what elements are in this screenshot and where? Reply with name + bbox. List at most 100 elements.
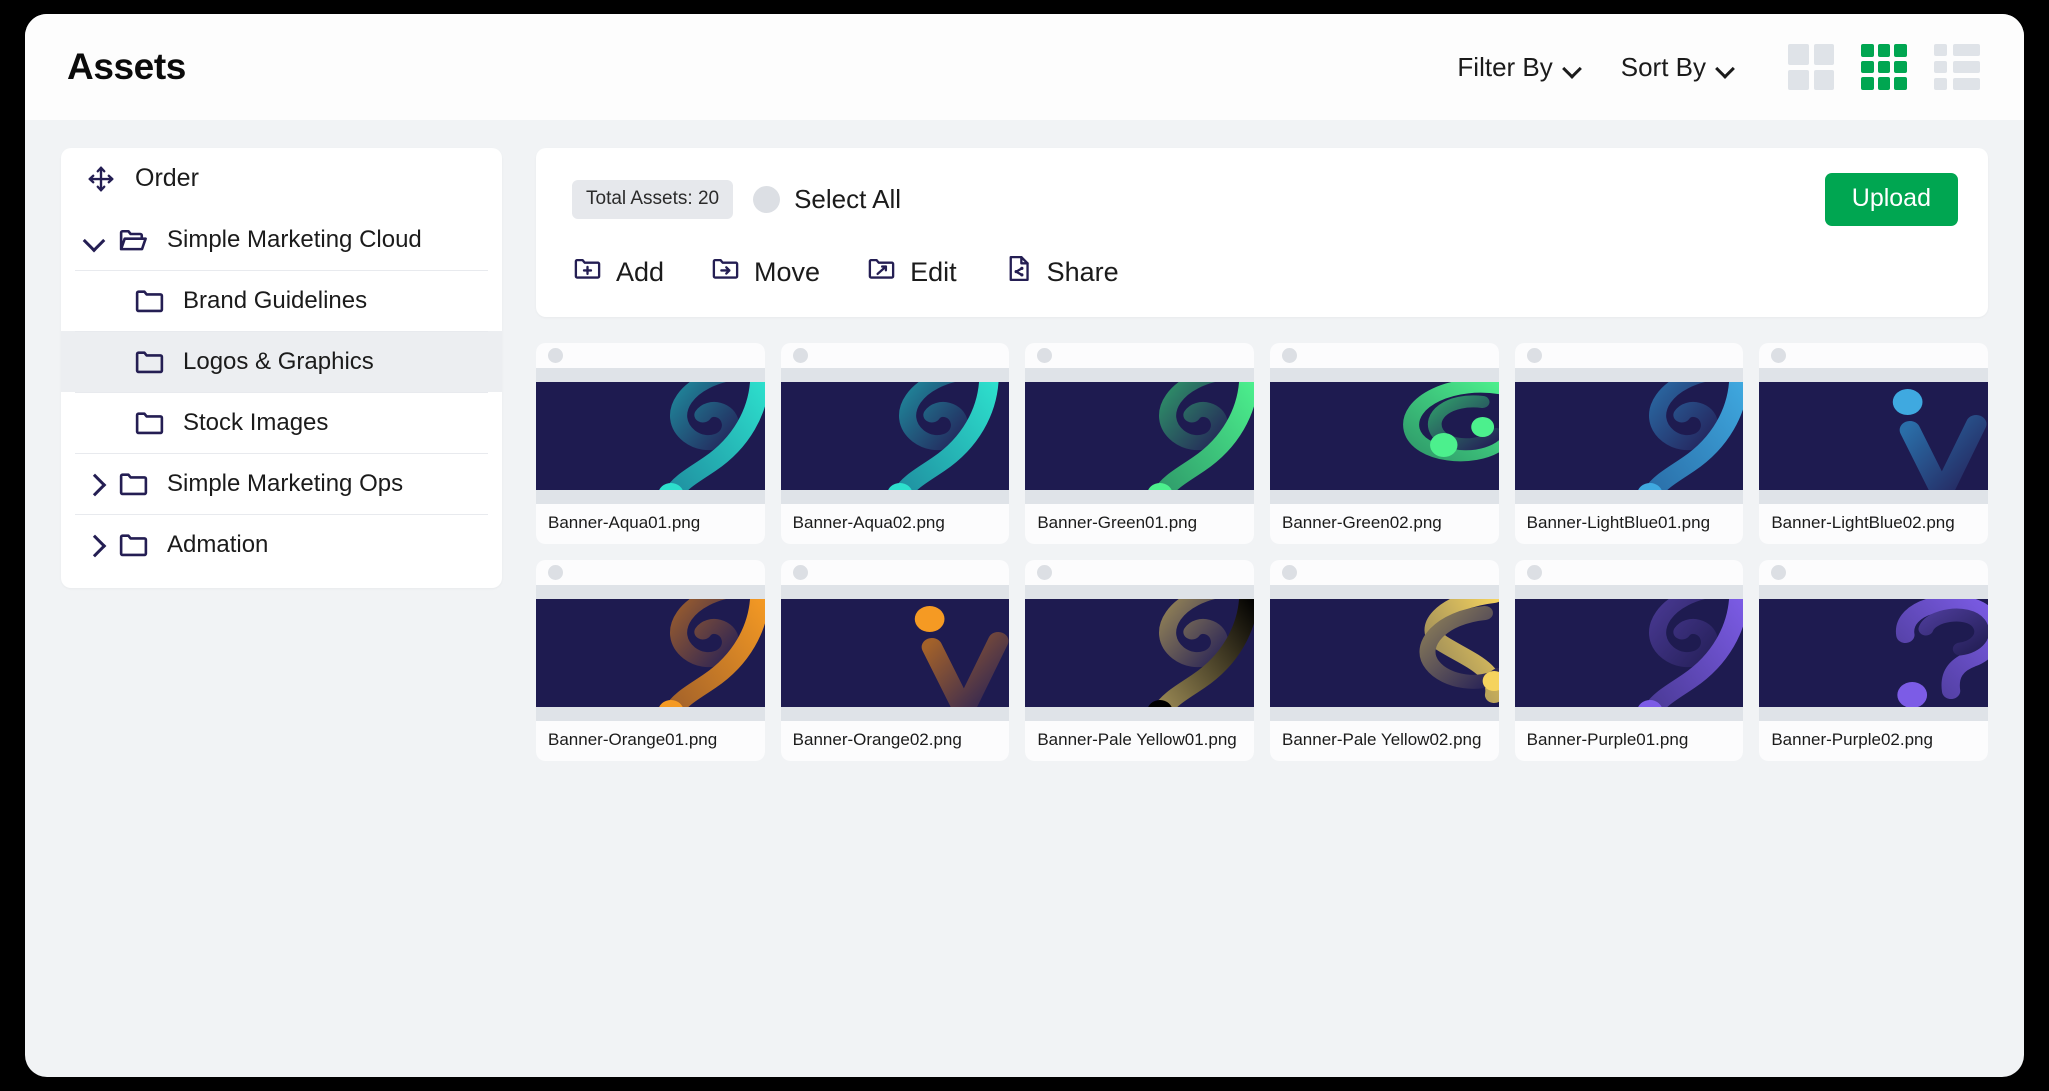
share-action[interactable]: Share: [1003, 253, 1119, 291]
sidebar-item-simple-marketing-ops[interactable]: Simple Marketing Ops: [61, 453, 502, 514]
asset-thumbnail[interactable]: [1025, 382, 1254, 490]
asset-card-band: [1270, 707, 1499, 721]
asset-select-checkbox[interactable]: [548, 348, 563, 363]
asset-card-footer: Banner-Pale Yellow01.png: [1025, 721, 1254, 761]
asset-card-footer: Banner-Green02.png: [1270, 504, 1499, 544]
asset-thumbnail[interactable]: [1515, 382, 1744, 490]
folder-icon: [129, 285, 169, 317]
edit-action[interactable]: Edit: [866, 253, 957, 291]
folder-icon: [129, 346, 169, 378]
asset-filename: Banner-Orange02.png: [793, 730, 1010, 750]
list-bullet: [1934, 61, 1947, 73]
asset-card[interactable]: Banner-Purple02.png: [1759, 560, 1988, 761]
sidebar-order-label: Order: [135, 164, 199, 193]
asset-thumbnail[interactable]: [536, 382, 765, 490]
asset-card-header: [1025, 343, 1254, 368]
total-assets-badge: Total Assets: 20: [572, 180, 733, 219]
grid-cell: [1788, 44, 1809, 65]
asset-grid: Banner-Aqua01.png Banner-Aqua02.png Banner…: [536, 343, 1988, 761]
asset-select-checkbox[interactable]: [1282, 348, 1297, 363]
select-all-control[interactable]: Select All: [753, 184, 901, 215]
asset-card-footer: Banner-Pale Yellow02.png: [1270, 721, 1499, 761]
main-column: Total Assets: 20 Select All Upload: [536, 148, 1988, 1077]
folder-arrow-icon: [710, 253, 741, 291]
asset-thumbnail[interactable]: [1759, 382, 1988, 490]
asset-select-checkbox[interactable]: [1771, 348, 1786, 363]
asset-select-checkbox[interactable]: [1771, 565, 1786, 580]
move-action[interactable]: Move: [710, 253, 820, 291]
grid-cell: [1878, 61, 1891, 74]
asset-card-band: [781, 585, 1010, 599]
asset-card[interactable]: Banner-Aqua01.png: [536, 343, 765, 544]
asset-thumbnail[interactable]: [781, 382, 1010, 490]
asset-thumbnail[interactable]: [1270, 599, 1499, 707]
asset-card[interactable]: Banner-Purple01.png: [1515, 560, 1744, 761]
asset-card[interactable]: Banner-Pale Yellow02.png: [1270, 560, 1499, 761]
sort-by-dropdown[interactable]: Sort By: [1601, 52, 1754, 83]
sidebar-item-simple-marketing-cloud[interactable]: Simple Marketing Cloud: [61, 209, 502, 270]
sidebar-item-admation[interactable]: Admation: [61, 514, 502, 575]
asset-thumbnail[interactable]: [781, 599, 1010, 707]
upload-button[interactable]: Upload: [1825, 173, 1958, 226]
filter-by-dropdown[interactable]: Filter By: [1437, 52, 1600, 83]
asset-card[interactable]: Banner-Orange02.png: [781, 560, 1010, 761]
asset-select-checkbox[interactable]: [1037, 565, 1052, 580]
folder-pencil-icon: [866, 253, 897, 291]
asset-card-band: [1025, 368, 1254, 382]
asset-select-checkbox[interactable]: [1527, 565, 1542, 580]
asset-card-header: [536, 343, 765, 368]
sidebar-item-stock-images[interactable]: Stock Images: [61, 392, 502, 453]
asset-thumbnail[interactable]: [1270, 382, 1499, 490]
asset-select-checkbox[interactable]: [793, 565, 808, 580]
asset-card[interactable]: Banner-Aqua02.png: [781, 343, 1010, 544]
asset-thumbnail[interactable]: [1515, 599, 1744, 707]
move-arrows-icon: [81, 163, 121, 195]
asset-card-header: [1025, 560, 1254, 585]
asset-select-checkbox[interactable]: [793, 348, 808, 363]
sort-by-label: Sort By: [1621, 52, 1706, 83]
add-label: Add: [616, 257, 664, 288]
asset-card-band: [1515, 585, 1744, 599]
sidebar-item-brand-guidelines[interactable]: Brand Guidelines: [61, 270, 502, 331]
asset-card-footer: Banner-Orange02.png: [781, 721, 1010, 761]
asset-card[interactable]: Banner-LightBlue01.png: [1515, 343, 1744, 544]
list-view-button[interactable]: [1934, 44, 1980, 90]
folder-icon: [113, 468, 153, 500]
list-bullet: [1934, 78, 1947, 90]
add-action[interactable]: Add: [572, 253, 664, 291]
asset-card[interactable]: Banner-Pale Yellow01.png: [1025, 560, 1254, 761]
chevron-right-icon[interactable]: [81, 532, 107, 558]
asset-thumbnail[interactable]: [536, 599, 765, 707]
asset-card[interactable]: Banner-Green02.png: [1270, 343, 1499, 544]
grid-3x3-view-button[interactable]: [1861, 44, 1907, 90]
asset-card-band: [1270, 585, 1499, 599]
asset-card[interactable]: Banner-Green01.png: [1025, 343, 1254, 544]
folder-open-icon: [113, 224, 153, 256]
share-label: Share: [1047, 257, 1119, 288]
select-all-radio-icon[interactable]: [753, 186, 780, 213]
asset-select-checkbox[interactable]: [1527, 348, 1542, 363]
sidebar-item-logos-graphics[interactable]: Logos & Graphics: [61, 331, 502, 392]
asset-card-footer: Banner-Aqua01.png: [536, 504, 765, 544]
asset-card-band: [1515, 707, 1744, 721]
sidebar-order-row[interactable]: Order: [61, 148, 502, 209]
sidebar-item-label: Brand Guidelines: [183, 287, 367, 315]
chevron-right-icon[interactable]: [81, 471, 107, 497]
asset-thumbnail[interactable]: [1759, 599, 1988, 707]
asset-select-checkbox[interactable]: [1282, 565, 1297, 580]
chevron-down-icon[interactable]: [81, 227, 107, 253]
list-bar: [1953, 78, 1980, 90]
list-bar: [1953, 44, 1980, 56]
asset-card-header: [1270, 560, 1499, 585]
asset-filename: Banner-LightBlue02.png: [1771, 513, 1988, 533]
asset-card-footer: Banner-Aqua02.png: [781, 504, 1010, 544]
asset-card[interactable]: Banner-LightBlue02.png: [1759, 343, 1988, 544]
asset-card-band: [1515, 368, 1744, 382]
grid-2x2-view-button[interactable]: [1788, 44, 1834, 90]
header-controls: Filter By Sort By: [1437, 44, 1980, 90]
asset-card-header: [1759, 560, 1988, 585]
asset-select-checkbox[interactable]: [548, 565, 563, 580]
asset-select-checkbox[interactable]: [1037, 348, 1052, 363]
asset-card[interactable]: Banner-Orange01.png: [536, 560, 765, 761]
asset-thumbnail[interactable]: [1025, 599, 1254, 707]
